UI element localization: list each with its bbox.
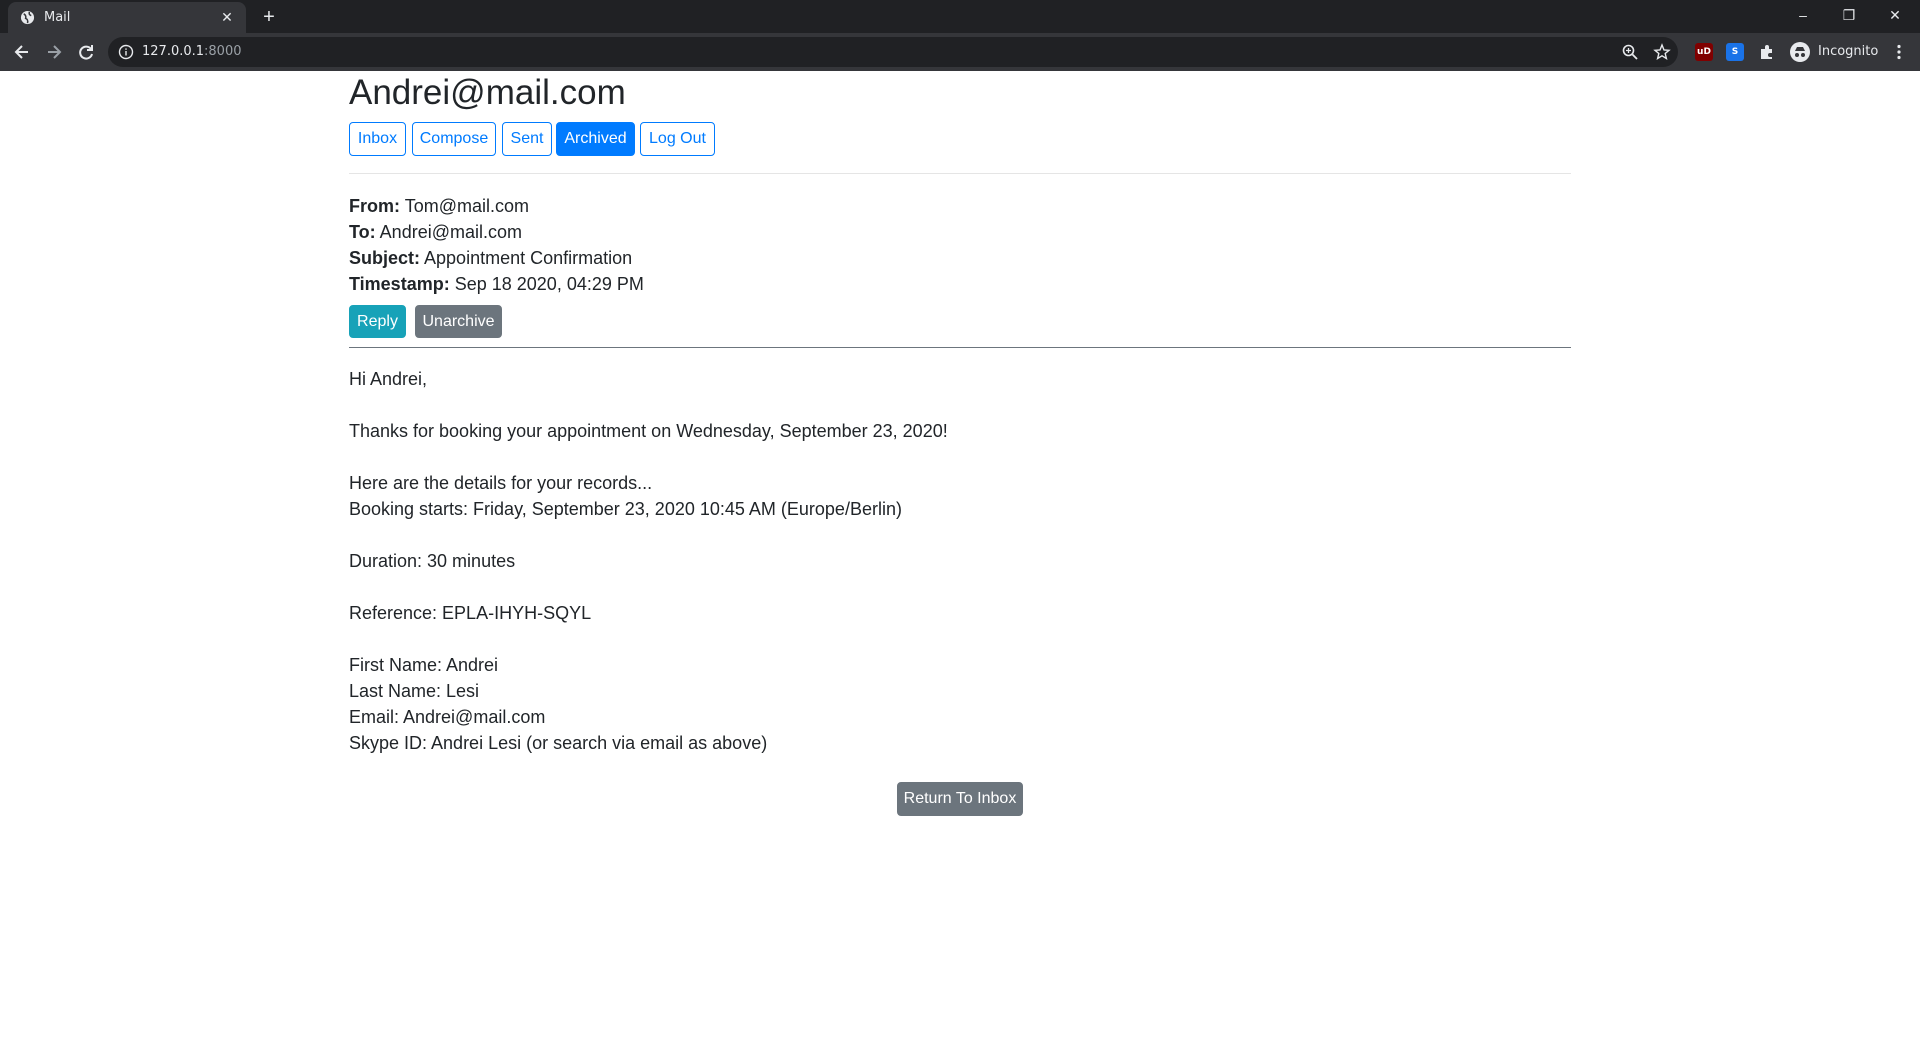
compose-button[interactable]: Compose	[412, 122, 496, 156]
body-last-name: Last Name: Lesi	[349, 681, 480, 701]
timestamp-row: Timestamp: Sep 18 2020, 04:29 PM	[349, 274, 644, 294]
close-icon[interactable]: ✕	[218, 8, 236, 26]
more-menu-icon[interactable]	[1890, 43, 1908, 61]
forward-arrow-icon[interactable]	[40, 38, 68, 66]
incognito-icon	[1790, 42, 1810, 62]
reload-icon[interactable]	[72, 38, 100, 66]
tab-title: Mail	[44, 10, 71, 25]
timestamp-value: Sep 18 2020, 04:29 PM	[454, 274, 644, 294]
incognito-profile-button[interactable]: Incognito	[1786, 38, 1882, 66]
puzzle-extensions-icon[interactable]	[1758, 43, 1776, 61]
body-details-intro: Here are the details for your records...	[349, 473, 653, 493]
address-bar[interactable]: 127.0.0.1:8000	[108, 37, 1678, 67]
zoom-icon[interactable]	[1621, 43, 1639, 61]
window-close-icon[interactable]: ✕	[1872, 0, 1918, 30]
subject-value: Appointment Confirmation	[424, 248, 633, 268]
logout-button[interactable]: Log Out	[640, 122, 715, 156]
back-arrow-icon[interactable]	[8, 38, 36, 66]
header-divider	[349, 173, 1571, 174]
minimize-icon[interactable]: –	[1780, 0, 1826, 30]
user-email-heading: Andrei@mail.com	[349, 73, 626, 112]
from-value: Tom@mail.com	[404, 196, 529, 216]
s-extension-icon[interactable]: S	[1726, 43, 1744, 61]
from-row: From: Tom@mail.com	[349, 196, 529, 216]
info-icon[interactable]	[118, 44, 134, 60]
restore-icon[interactable]: ❐	[1826, 0, 1872, 30]
browser-tab[interactable]: Mail ✕	[8, 2, 246, 33]
page-viewport: Andrei@mail.com Inbox Compose Sent Archi…	[0, 71, 1920, 1040]
body-email: Email: Andrei@mail.com	[349, 707, 546, 727]
body-skype: Skype ID: Andrei Lesi (or search via ema…	[349, 733, 768, 753]
email-body: Hi Andrei, Thanks for booking your appoi…	[349, 366, 948, 756]
body-reference: Reference: EPLA-IHYH-SQYL	[349, 603, 592, 623]
new-tab-plus-icon[interactable]: +	[256, 4, 282, 30]
body-booking-starts: Booking starts: Friday, September 23, 20…	[349, 499, 902, 519]
body-thanks: Thanks for booking your appointment on W…	[349, 421, 948, 441]
sent-button[interactable]: Sent	[502, 122, 552, 156]
globe-icon	[20, 10, 35, 25]
body-greeting: Hi Andrei,	[349, 369, 428, 389]
ublock-extension-icon[interactable]: uD	[1695, 43, 1713, 61]
reply-button[interactable]: Reply	[349, 305, 406, 338]
to-row: To: Andrei@mail.com	[349, 222, 522, 242]
inbox-button[interactable]: Inbox	[349, 122, 406, 156]
body-first-name: First Name: Andrei	[349, 655, 499, 675]
unarchive-button[interactable]: Unarchive	[415, 305, 502, 338]
incognito-label: Incognito	[1818, 44, 1879, 59]
to-value: Andrei@mail.com	[379, 222, 522, 242]
browser-toolbar: 127.0.0.1:8000 uD S Incognito	[0, 33, 1920, 71]
email-headers: From: Tom@mail.com To: Andrei@mail.com S…	[349, 193, 644, 297]
archived-button[interactable]: Archived	[556, 122, 635, 156]
subject-row: Subject: Appointment Confirmation	[349, 248, 633, 268]
star-icon[interactable]	[1653, 43, 1671, 61]
return-to-inbox-button[interactable]: Return To Inbox	[897, 782, 1023, 816]
browser-tab-strip: Mail ✕ + – ❐ ✕	[0, 0, 1920, 33]
body-divider	[349, 347, 1571, 348]
body-duration: Duration: 30 minutes	[349, 551, 516, 571]
url-text[interactable]: 127.0.0.1:8000	[142, 44, 242, 59]
